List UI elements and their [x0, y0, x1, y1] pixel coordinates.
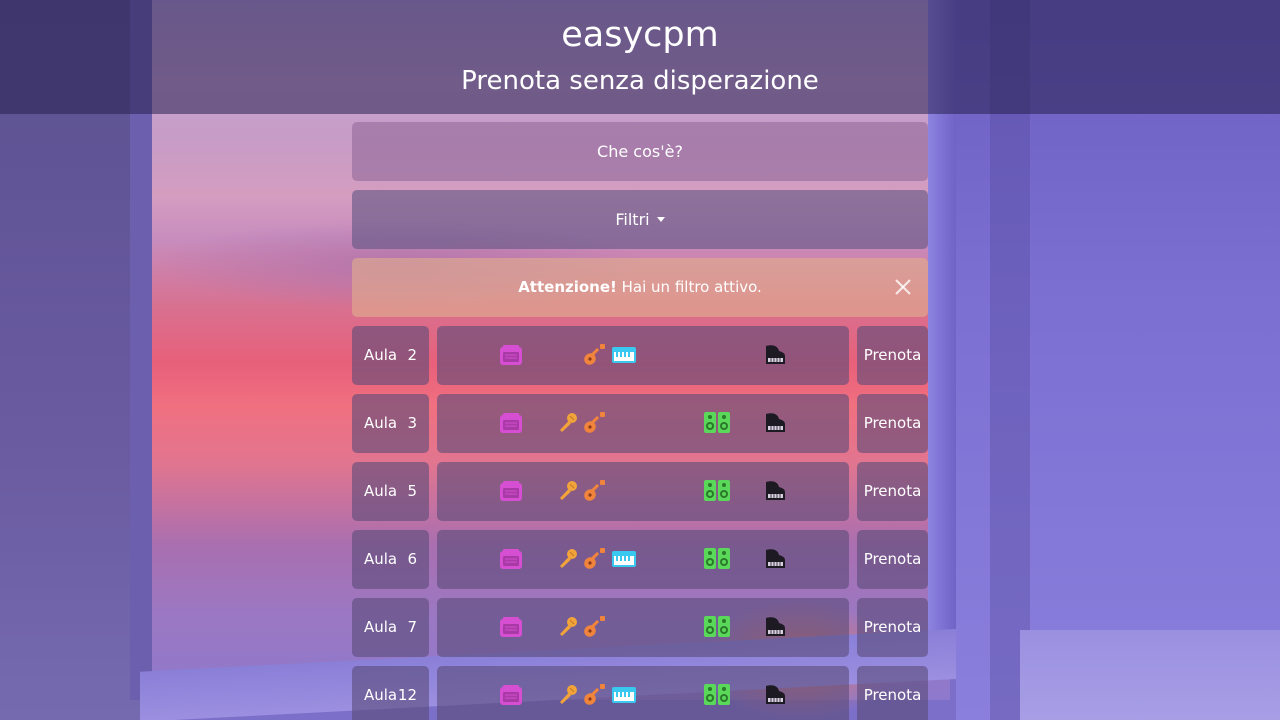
amp-icon [499, 412, 523, 434]
background-floor [1020, 630, 1280, 720]
speakers-icon [704, 480, 730, 502]
room-name: Aula 7 [352, 598, 429, 657]
caret-down-icon [656, 217, 665, 222]
site-title: easycpm [561, 15, 719, 55]
microphone-icon [556, 616, 580, 638]
room-equipment [437, 326, 849, 385]
amp-icon [499, 616, 523, 638]
guitar-icon [582, 548, 606, 570]
microphone-icon [556, 684, 580, 706]
guitar-icon [582, 344, 606, 366]
room-name: Aula 12 [352, 666, 429, 720]
speakers-icon [704, 548, 730, 570]
amp-icon [499, 344, 523, 366]
room-equipment [437, 462, 849, 521]
close-icon[interactable] [892, 276, 914, 298]
room-label: Aula [364, 414, 398, 432]
room-equipment [437, 530, 849, 589]
room-row: Aula 7 Prenota [352, 598, 928, 657]
alert-strong-text: Attenzione! [518, 278, 617, 296]
site-tagline: Prenota senza disperazione [461, 66, 819, 96]
room-number: 12 [397, 686, 417, 704]
piano-icon [763, 548, 787, 570]
room-label: Aula [364, 618, 398, 636]
guitar-icon [582, 684, 606, 706]
main-content: Che cos'è? Filtri Attenzione! Hai un fil… [352, 122, 928, 720]
microphone-icon [556, 548, 580, 570]
piano-icon [763, 344, 787, 366]
book-room-button[interactable]: Prenota [857, 598, 928, 657]
piano-icon [763, 616, 787, 638]
amp-icon [499, 480, 523, 502]
microphone-icon [556, 480, 580, 502]
piano-icon [763, 480, 787, 502]
room-number: 3 [407, 414, 417, 432]
room-row: Aula 5 Prenota [352, 462, 928, 521]
book-room-button[interactable]: Prenota [857, 462, 928, 521]
room-number: 7 [407, 618, 417, 636]
room-equipment [437, 394, 849, 453]
keyboard-icon [612, 684, 636, 706]
active-filter-alert: Attenzione! Hai un filtro attivo. [352, 258, 928, 317]
room-label: Aula [364, 346, 398, 364]
keyboard-icon [612, 344, 636, 366]
room-row: Aula 12 Prenota [352, 666, 928, 720]
alert-message: Hai un filtro attivo. [616, 278, 762, 296]
amp-icon [499, 548, 523, 570]
room-list: Aula 2 Prenota Aula 3 Prenota Aula 5 Prenota Aula… [352, 326, 928, 720]
room-number: 6 [407, 550, 417, 568]
room-row: Aula 2 Prenota [352, 326, 928, 385]
what-is-it-label: Che cos'è? [597, 142, 683, 161]
speakers-icon [704, 616, 730, 638]
room-name: Aula 3 [352, 394, 429, 453]
piano-icon [763, 684, 787, 706]
filters-label: Filtri [615, 210, 650, 229]
book-room-button[interactable]: Prenota [857, 666, 928, 720]
room-label: Aula [364, 482, 398, 500]
room-equipment [437, 666, 849, 720]
speakers-icon [704, 684, 730, 706]
guitar-icon [582, 412, 606, 434]
filters-dropdown-button[interactable]: Filtri [352, 190, 928, 249]
room-number: 2 [407, 346, 417, 364]
room-row: Aula 6 Prenota [352, 530, 928, 589]
page-header: easycpm Prenota senza disperazione [0, 0, 1280, 114]
room-number: 5 [407, 482, 417, 500]
speakers-icon [704, 412, 730, 434]
microphone-icon [556, 412, 580, 434]
book-room-button[interactable]: Prenota [857, 530, 928, 589]
guitar-icon [582, 480, 606, 502]
keyboard-icon [612, 548, 636, 570]
what-is-it-button[interactable]: Che cos'è? [352, 122, 928, 181]
room-name: Aula 5 [352, 462, 429, 521]
piano-icon [763, 412, 787, 434]
room-row: Aula 3 Prenota [352, 394, 928, 453]
room-label: Aula [364, 550, 398, 568]
room-equipment [437, 598, 849, 657]
room-label: Aula [364, 686, 398, 704]
room-name: Aula 6 [352, 530, 429, 589]
amp-icon [499, 684, 523, 706]
guitar-icon [582, 616, 606, 638]
book-room-button[interactable]: Prenota [857, 394, 928, 453]
room-name: Aula 2 [352, 326, 429, 385]
book-room-button[interactable]: Prenota [857, 326, 928, 385]
